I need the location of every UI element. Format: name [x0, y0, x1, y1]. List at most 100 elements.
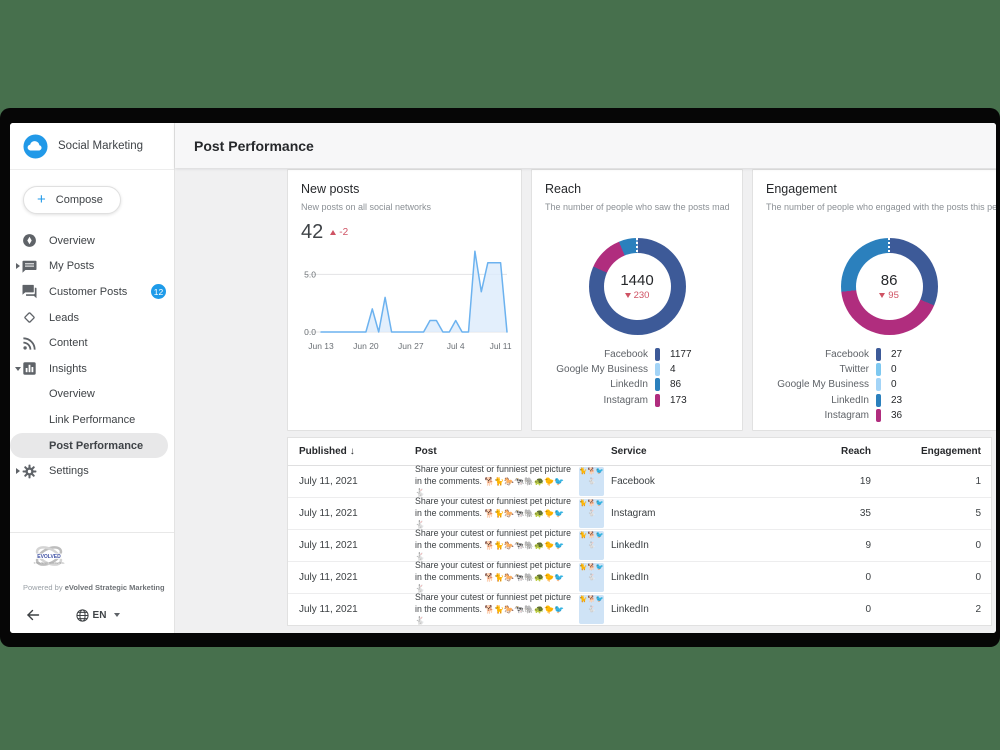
engagement-legend: Facebook27Twitter0Google My Business0Lin…	[766, 347, 996, 423]
sidebar-item-insights[interactable]: Insights	[10, 356, 174, 382]
legend-value: 1177	[667, 349, 729, 360]
chevron-down-icon	[114, 613, 120, 617]
metric-cards: New posts New posts on all social networ…	[287, 169, 992, 431]
svg-text:Jun 20: Jun 20	[353, 341, 379, 351]
published-date: July 11, 2021	[288, 476, 415, 487]
sort-arrow-icon: ↓	[350, 446, 355, 457]
post-thumbnail: 🐈🐕🐦🐇	[579, 595, 604, 624]
svg-text:EVOLVED: EVOLVED	[37, 554, 61, 560]
sidebar-item-settings[interactable]: Settings	[10, 458, 174, 484]
legend-value: 4	[667, 364, 729, 375]
sidebar-item-link-performance[interactable]: Link Performance	[10, 407, 174, 433]
column-header-service[interactable]: Service	[611, 446, 783, 457]
expand-right-icon[interactable]	[13, 468, 22, 474]
engagement-card: Engagement The number of people who enga…	[752, 169, 996, 431]
engagement-value: 2	[871, 604, 991, 615]
engagement-delta: 95	[879, 290, 899, 301]
expand-right-icon[interactable]	[13, 263, 22, 269]
new-posts-total: 42	[301, 221, 323, 244]
plus-icon: +	[37, 192, 46, 207]
sidebar-item-overview[interactable]: Overview	[10, 382, 174, 408]
compose-button[interactable]: + Compose	[23, 186, 121, 214]
triangle-up-icon	[330, 230, 336, 235]
sidebar-item-content[interactable]: Content	[10, 330, 174, 356]
sidebar-item-label: Post Performance	[49, 440, 143, 452]
reach-total: 1440	[620, 272, 653, 289]
sidebar-item-post-performance[interactable]: Post Performance	[10, 433, 168, 459]
table-row[interactable]: July 11, 2021Share your cutest or funnie…	[288, 498, 991, 530]
card-title: Reach	[545, 182, 729, 196]
post-text: Share your cutest or funniest pet pictur…	[415, 560, 573, 594]
legend-row-instagram: Instagram36	[766, 408, 996, 423]
svg-text:5.0: 5.0	[304, 269, 316, 279]
svg-text:Jun 27: Jun 27	[398, 341, 424, 351]
post-thumbnail: 🐈🐕🐦🐇	[579, 531, 604, 560]
new-posts-delta: -2	[330, 227, 348, 238]
legend-label: LinkedIn	[766, 395, 869, 406]
compass-icon	[22, 233, 37, 248]
table-row[interactable]: July 11, 2021Share your cutest or funnie…	[288, 562, 991, 594]
social-marketing-logo-icon	[23, 134, 48, 159]
table-row[interactable]: July 11, 2021Share your cutest or funnie…	[288, 530, 991, 562]
engagement-value: 0	[871, 572, 991, 583]
legend-label: Instagram	[766, 410, 869, 421]
card-title: Engagement	[766, 182, 996, 196]
card-subtitle: New posts on all social networks	[301, 202, 508, 212]
sidebar-item-label: My Posts	[49, 260, 94, 272]
column-header-published[interactable]: Published↓	[288, 446, 415, 457]
diamond-icon	[22, 310, 37, 325]
svg-text:Jul 4: Jul 4	[447, 341, 465, 351]
legend-color-chip	[655, 394, 660, 407]
column-header-engagement[interactable]: Engagement	[871, 446, 991, 457]
legend-value: 0	[888, 364, 996, 375]
legend-color-chip	[655, 348, 660, 361]
legend-row-instagram: Instagram173	[545, 393, 729, 408]
sidebar-item-label: Overview	[49, 235, 95, 247]
legend-color-chip	[876, 409, 881, 422]
column-header-reach[interactable]: Reach	[783, 446, 871, 457]
expand-down-icon[interactable]	[13, 367, 22, 371]
triangle-down-icon	[625, 293, 631, 298]
reach-donut-chart: 1440 230	[589, 238, 686, 335]
legend-color-chip	[876, 363, 881, 376]
post-cell: Share your cutest or funniest pet pictur…	[415, 496, 611, 530]
post-thumbnail: 🐈🐕🐦🐇	[579, 563, 604, 592]
posts-table: Published↓ Post Service Reach Engagement…	[287, 437, 992, 626]
service-name: LinkedIn	[611, 540, 783, 551]
legend-label: LinkedIn	[545, 379, 648, 390]
legend-value: 86	[667, 379, 729, 390]
triangle-down-icon	[879, 293, 885, 298]
post-thumbnail: 🐈🐕🐦🐇	[579, 499, 604, 528]
published-date: July 11, 2021	[288, 508, 415, 519]
legend-row-facebook: Facebook27	[766, 347, 996, 362]
post-cell: Share your cutest or funniest pet pictur…	[415, 560, 611, 594]
legend-color-chip	[876, 394, 881, 407]
reach-value: 9	[783, 540, 871, 551]
back-arrow-icon[interactable]	[25, 607, 41, 623]
barchart-icon	[22, 361, 37, 376]
sidebar-item-customer-posts[interactable]: Customer Posts12	[10, 279, 174, 305]
reach-value: 35	[783, 508, 871, 519]
donut-start-tick	[888, 238, 890, 254]
app-window: Social Marketing + Compose Overview My Po…	[10, 123, 996, 633]
card-title: New posts	[301, 182, 508, 196]
sidebar-item-my-posts[interactable]: My Posts	[10, 254, 174, 280]
brand-header: Social Marketing	[10, 123, 174, 170]
donut-start-tick	[636, 238, 638, 254]
sidebar-item-leads[interactable]: Leads	[10, 305, 174, 331]
table-row[interactable]: July 11, 2021Share your cutest or funnie…	[288, 594, 991, 625]
language-selector[interactable]: EN	[76, 609, 125, 622]
service-name: Instagram	[611, 508, 783, 519]
published-date: July 11, 2021	[288, 540, 415, 551]
column-header-post[interactable]: Post	[415, 446, 611, 457]
legend-color-chip	[655, 363, 660, 376]
sidebar-item-label: Link Performance	[49, 414, 135, 426]
reach-delta: 230	[625, 290, 650, 301]
post-cell: Share your cutest or funniest pet pictur…	[415, 464, 611, 498]
engagement-value: 0	[871, 540, 991, 551]
post-text: Share your cutest or funniest pet pictur…	[415, 592, 573, 626]
sidebar-item-overview[interactable]: Overview	[10, 228, 174, 254]
rss-icon	[22, 336, 37, 351]
gear-icon	[22, 464, 37, 479]
table-row[interactable]: July 11, 2021Share your cutest or funnie…	[288, 466, 991, 498]
